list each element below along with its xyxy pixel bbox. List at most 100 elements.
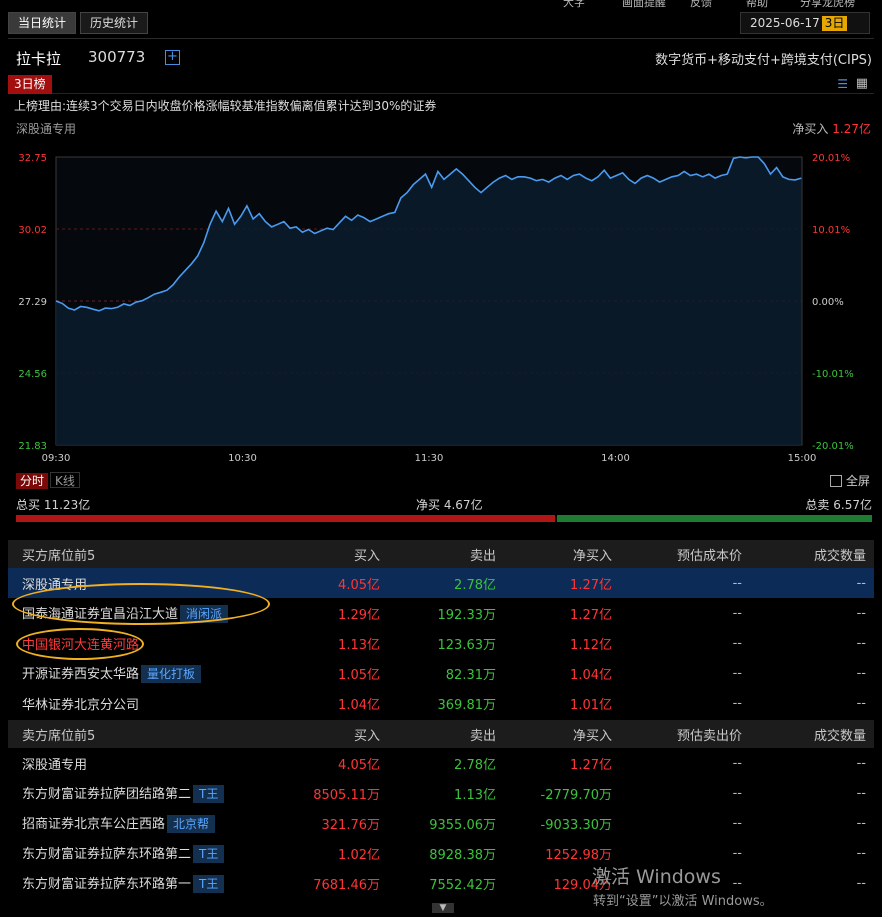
seat-tag[interactable]: 量化打板 — [141, 665, 202, 683]
top-menu-item[interactable]: 分享龙虎榜 — [800, 0, 855, 8]
stat-tabs: 当日统计 历史统计 — [8, 12, 149, 36]
seat-name-cell[interactable]: 华林证券北京分公司 — [8, 688, 288, 718]
seat-tag[interactable]: T王 — [193, 845, 225, 863]
net-buy-amount: -9033.30万 — [540, 817, 612, 833]
top-menu-item[interactable]: 大字 — [563, 0, 585, 8]
y-tick-label-right: -10.01% — [812, 369, 854, 380]
column-header[interactable]: 卖出 — [388, 540, 504, 568]
total-buy-value: 11.23亿 — [43, 498, 91, 512]
table-row[interactable]: 东方财富证券拉萨东环路第二 T王 1.02亿 8928.38万 1252.98万 -- -- — [8, 838, 874, 868]
x-tick-label: 10:30 — [228, 453, 257, 464]
total-net: 净买 4.67亿 — [416, 496, 483, 513]
buy-sell-ratio-bar — [16, 515, 872, 522]
chart-net-label: 净买入 — [792, 122, 829, 136]
column-header[interactable]: 净买入 — [504, 720, 620, 748]
seat-tag[interactable]: 北京帮 — [167, 815, 216, 833]
trade-volume: -- — [856, 845, 866, 861]
net-buy-amount: 1.04亿 — [570, 667, 612, 683]
buy-amount: 8505.11万 — [313, 787, 380, 803]
seat-name-cell[interactable]: 东方财富证券拉萨东环路第二 T王 — [8, 838, 288, 868]
tab-kline[interactable]: K线 — [50, 472, 80, 488]
seat-name: 招商证券北京车公庄西路 — [22, 817, 166, 832]
sell-amount: 2.78亿 — [454, 757, 496, 773]
trade-volume: -- — [856, 815, 866, 831]
net-buy-amount: 1.27亿 — [570, 607, 612, 623]
total-sell-value: 6.57亿 — [833, 498, 872, 512]
buy-amount: 1.29亿 — [338, 607, 380, 623]
y-tick-label-right: 0.00% — [812, 297, 844, 308]
stock-code: 300773 — [88, 48, 146, 66]
total-buy-label: 总买 — [16, 498, 41, 512]
seat-name-cell[interactable]: 东方财富证券拉萨东环路第一 T王 — [8, 868, 288, 898]
scroll-down-icon[interactable]: ▼ — [432, 903, 454, 913]
column-header[interactable]: 净买入 — [504, 540, 620, 568]
sell-amount: 7552.42万 — [429, 877, 496, 893]
board-tag[interactable]: 3日榜 — [8, 75, 52, 94]
total-net-label: 净买 — [416, 498, 441, 512]
fullscreen-button[interactable]: 全屏 — [829, 472, 870, 489]
column-header[interactable]: 成交数量 — [750, 720, 874, 748]
table-row[interactable]: 招商证券北京车公庄西路 北京帮 321.76万 9355.06万 -9033.30万 --… — [8, 808, 874, 838]
divider — [8, 38, 874, 39]
buy-amount: 1.04亿 — [338, 697, 380, 713]
seat-name-cell[interactable]: 开源证券西安太华路 量化打板 — [8, 658, 288, 688]
sell-amount: 8928.38万 — [429, 847, 496, 863]
buy-amount: 321.76万 — [321, 817, 381, 833]
seat-name-cell[interactable]: 深股通专用 — [8, 748, 288, 778]
net-buy-amount: 1.01亿 — [570, 697, 612, 713]
top-menu-item[interactable]: 反馈 — [690, 0, 712, 8]
column-header[interactable]: 买入 — [288, 540, 388, 568]
trade-volume: -- — [750, 568, 874, 598]
column-header[interactable]: 成交数量 — [750, 540, 874, 568]
trade-volume: -- — [856, 785, 866, 801]
table-row[interactable]: 东方财富证券拉萨团结路第二 T王 8505.11万 1.13亿 -2779.70万 -- -… — [8, 778, 874, 808]
settings-icon[interactable]: ▦ — [856, 76, 868, 91]
y-tick-label-left: 21.83 — [18, 441, 47, 452]
estimated-price: -- — [732, 755, 742, 771]
seat-name: 东方财富证券拉萨东环路第一 — [22, 877, 192, 892]
buy-amount: 7681.46万 — [313, 877, 380, 893]
trade-volume: -- — [856, 635, 866, 651]
total-buy: 总买 11.23亿 — [16, 496, 90, 513]
buy-ratio-fill — [16, 515, 556, 522]
table-row[interactable]: 深股通专用 4.05亿 2.78亿 1.27亿 -- -- — [8, 748, 874, 778]
table-row[interactable]: 开源证券西安太华路 量化打板 1.05亿 82.31万 1.04亿 -- -- — [8, 658, 874, 688]
add-watchlist-icon[interactable]: + — [165, 50, 180, 65]
tab-today-stats[interactable]: 当日统计 — [8, 12, 77, 34]
seat-name-cell[interactable]: 东方财富证券拉萨团结路第二 T王 — [8, 778, 288, 808]
seat-tag[interactable]: T王 — [193, 785, 225, 803]
buy-amount: 4.05亿 — [338, 757, 380, 773]
column-header[interactable]: 买入 — [288, 720, 388, 748]
chart-header: 深股通专用 净买入 1.27亿 — [8, 116, 874, 138]
sell-table-header: 卖方席位前5 买入 卖出 净买入 预估卖出价 成交数量 — [8, 720, 874, 748]
column-header[interactable]: 预估成本价 — [620, 540, 750, 568]
top-menu-item[interactable]: 画面提醒 — [622, 0, 666, 8]
trade-volume: -- — [856, 755, 866, 771]
table-row[interactable]: 华林证券北京分公司 1.04亿 369.81万 1.01亿 -- -- — [8, 688, 874, 718]
estimated-price: -- — [732, 665, 742, 681]
chart-net-buy: 净买入 1.27亿 — [792, 120, 871, 137]
seat-tag[interactable]: T王 — [193, 875, 225, 893]
sell-amount: 2.78亿 — [388, 568, 504, 598]
top-menu-item[interactable]: 帮助 — [746, 0, 768, 8]
sell-seats-table: 卖方席位前5 买入 卖出 净买入 预估卖出价 成交数量 深股通专用 4.05亿 2.… — [8, 720, 874, 898]
column-header[interactable]: 卖出 — [388, 720, 504, 748]
date-picker[interactable]: 2025-06-17 3日 — [740, 12, 870, 34]
intraday-price-chart: 32.75 20.01% 30.02 10.01% 27.29 0.00% 24.56 -10… — [18, 153, 854, 464]
sell-amount: 9355.06万 — [429, 817, 496, 833]
tab-intraday[interactable]: 分时 — [16, 473, 49, 489]
seat-name-cell[interactable]: 招商证券北京车公庄西路 北京帮 — [8, 808, 288, 838]
y-tick-label-right: 20.01% — [812, 153, 850, 164]
x-tick-label: 14:00 — [601, 453, 630, 464]
y-tick-label-left: 32.75 — [18, 153, 47, 164]
tab-history-stats[interactable]: 历史统计 — [80, 12, 149, 34]
stock-concepts: 数字货币+移动支付+跨境支付(CIPS) — [655, 53, 872, 68]
sell-amount: 369.81万 — [437, 697, 497, 713]
estimated-price: -- — [732, 605, 742, 621]
list-view-icon[interactable]: ☰ — [837, 77, 848, 91]
y-tick-label-left: 24.56 — [18, 369, 47, 380]
buy-amount: 1.13亿 — [338, 637, 380, 653]
column-header[interactable]: 预估卖出价 — [620, 720, 750, 748]
estimated-price: -- — [620, 568, 750, 598]
net-buy-amount: -2779.70万 — [540, 787, 612, 803]
